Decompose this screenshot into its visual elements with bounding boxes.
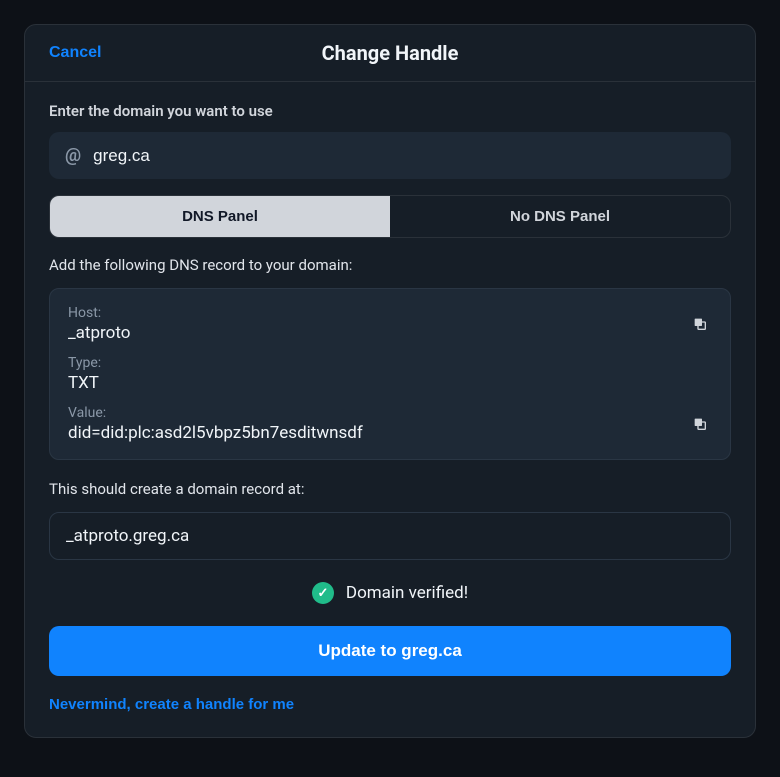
panel-tabs: DNS Panel No DNS Panel [49, 195, 731, 238]
domain-label: Enter the domain you want to use [49, 102, 731, 120]
record-result-label: This should create a domain record at: [49, 480, 731, 498]
dns-value-label: Value: [68, 405, 712, 421]
dns-value-row: Value: did=did:plc:asd2l5vbpz5bn7esditwn… [68, 405, 712, 443]
change-handle-modal: Cancel Change Handle Enter the domain yo… [24, 24, 756, 738]
domain-input[interactable] [93, 146, 715, 166]
modal-header: Cancel Change Handle [25, 25, 755, 82]
nevermind-link[interactable]: Nevermind, create a handle for me [49, 696, 294, 713]
copy-host-button[interactable] [688, 312, 712, 336]
verified-text: Domain verified! [346, 583, 468, 603]
cancel-button[interactable]: Cancel [49, 44, 101, 62]
dns-value-value: did=did:plc:asd2l5vbpz5bn7esditwnsdf [68, 423, 712, 443]
dns-type-value: TXT [68, 373, 712, 393]
tab-no-dns-panel[interactable]: No DNS Panel [390, 196, 730, 237]
at-icon: @ [65, 145, 81, 166]
modal-content: Enter the domain you want to use @ DNS P… [25, 82, 755, 737]
dns-type-label: Type: [68, 355, 712, 371]
dns-host-label: Host: [68, 305, 712, 321]
copy-icon [692, 416, 708, 432]
modal-title: Change Handle [322, 41, 459, 65]
dns-instruction: Add the following DNS record to your dom… [49, 256, 731, 274]
domain-input-wrapper[interactable]: @ [49, 132, 731, 179]
check-circle-icon: ✓ [312, 582, 334, 604]
copy-icon [692, 316, 708, 332]
dns-type-row: Type: TXT [68, 355, 712, 393]
dns-host-value: _atproto [68, 323, 712, 343]
check-mark-icon: ✓ [317, 586, 328, 601]
dns-record-box: Host: _atproto Type: TXT Value: did=did:… [49, 288, 731, 460]
update-button[interactable]: Update to greg.ca [49, 626, 731, 676]
dns-host-row: Host: _atproto [68, 305, 712, 343]
copy-value-button[interactable] [688, 412, 712, 436]
record-result-value: _atproto.greg.ca [49, 512, 731, 560]
tab-dns-panel[interactable]: DNS Panel [50, 196, 390, 237]
verified-status: ✓ Domain verified! [49, 582, 731, 604]
